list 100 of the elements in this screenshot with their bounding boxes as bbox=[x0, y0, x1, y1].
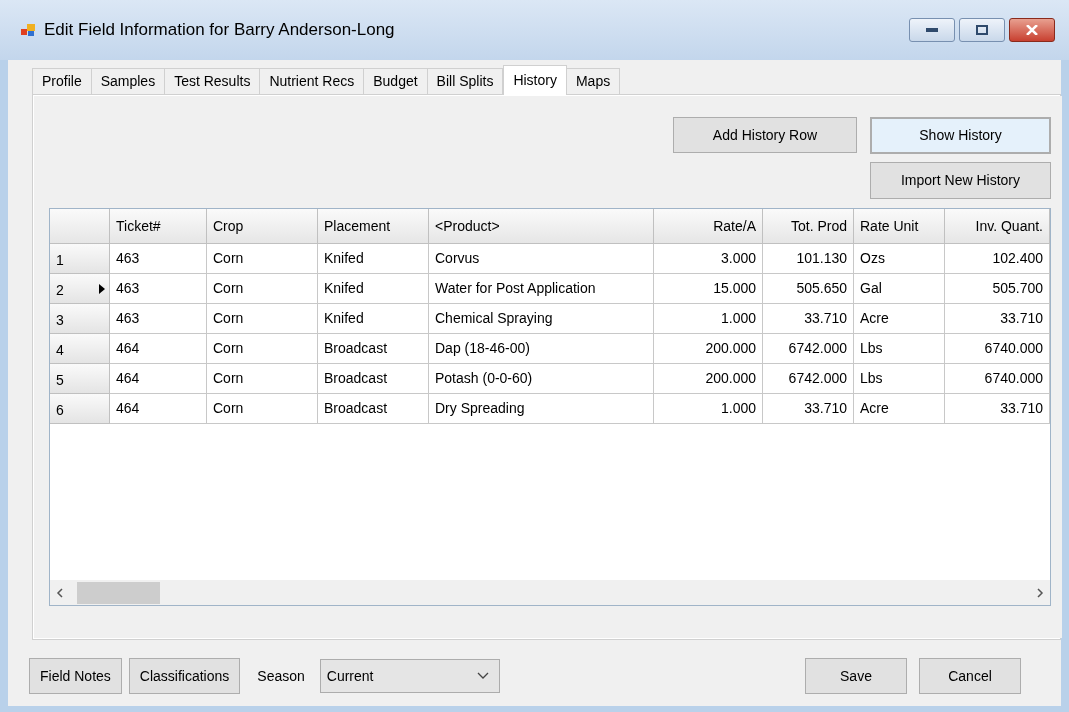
window-title: Edit Field Information for Barry Anderson-Long bbox=[44, 19, 395, 42]
table-cell: Corn bbox=[207, 244, 318, 274]
row-header[interactable]: 5 bbox=[50, 364, 110, 394]
row-header[interactable]: 3 bbox=[50, 304, 110, 334]
close-button[interactable] bbox=[1009, 18, 1055, 42]
footer-button[interactable]: Save bbox=[805, 658, 907, 694]
column-header[interactable]: Crop bbox=[207, 209, 318, 244]
table-cell: Corn bbox=[207, 274, 318, 304]
table-cell: 200.000 bbox=[654, 334, 763, 364]
table-cell: 505.650 bbox=[763, 274, 854, 304]
action-button[interactable]: Show History bbox=[870, 117, 1051, 154]
table-cell: Knifed bbox=[318, 274, 429, 304]
table-cell: 1.000 bbox=[654, 394, 763, 424]
table-row[interactable]: 4 464 Corn Broadcast Dap (18-46-00) 200.000 6742.000 Lbs 6740.000 bbox=[50, 334, 1050, 364]
table-cell: 1.000 bbox=[654, 304, 763, 334]
table-cell: Broadcast bbox=[318, 334, 429, 364]
tab[interactable]: Budget bbox=[364, 68, 428, 94]
table-cell: Gal bbox=[854, 274, 945, 304]
table-cell: Corn bbox=[207, 394, 318, 424]
table-cell: Corn bbox=[207, 304, 318, 334]
scroll-thumb[interactable] bbox=[77, 581, 160, 604]
table-cell: 33.710 bbox=[945, 394, 1050, 424]
season-dropdown[interactable]: Current bbox=[319, 659, 500, 693]
action-button[interactable]: Add History Row bbox=[673, 117, 857, 153]
table-cell: 33.710 bbox=[763, 394, 854, 424]
column-header[interactable]: Inv. Quant. bbox=[945, 209, 1050, 244]
table-cell: 33.710 bbox=[763, 304, 854, 334]
row-header[interactable]: 6 bbox=[50, 394, 110, 424]
column-header[interactable]: Placement bbox=[318, 209, 429, 244]
tab[interactable]: Test Results bbox=[165, 68, 261, 94]
table-cell: Broadcast bbox=[318, 394, 429, 424]
row-number: 6 bbox=[56, 401, 64, 420]
row-number: 2 bbox=[56, 281, 64, 300]
table-cell: 6742.000 bbox=[763, 364, 854, 394]
table-cell: 6742.000 bbox=[763, 334, 854, 364]
column-header[interactable]: Rate Unit bbox=[854, 209, 945, 244]
column-header[interactable]: Rate/A bbox=[654, 209, 763, 244]
row-number: 5 bbox=[56, 371, 64, 390]
minimize-button[interactable] bbox=[909, 18, 955, 42]
corner-header bbox=[50, 209, 110, 244]
table-cell: Knifed bbox=[318, 304, 429, 334]
table-cell: Corn bbox=[207, 334, 318, 364]
table-row[interactable]: 1 463 Corn Knifed Corvus 3.000 101.130 Ozs 102.400 bbox=[50, 244, 1050, 274]
row-header[interactable]: 1 bbox=[50, 244, 110, 274]
maximize-button[interactable] bbox=[959, 18, 1005, 42]
table-cell: Chemical Spraying bbox=[429, 304, 654, 334]
table-cell: 463 bbox=[110, 304, 207, 334]
table-row[interactable]: 3 463 Corn Knifed Chemical Spraying 1.000 33.710 Acre 33.710 bbox=[50, 304, 1050, 334]
table-cell: 200.000 bbox=[654, 364, 763, 394]
scroll-left-icon[interactable] bbox=[56, 587, 64, 598]
row-header[interactable]: 2 bbox=[50, 274, 110, 304]
table-cell: 464 bbox=[110, 394, 207, 424]
horizontal-scrollbar[interactable] bbox=[50, 580, 1050, 605]
table-cell: 6740.000 bbox=[945, 364, 1050, 394]
scroll-right-icon[interactable] bbox=[1036, 587, 1044, 598]
table-cell: Potash (0-0-60) bbox=[429, 364, 654, 394]
table-cell: 464 bbox=[110, 364, 207, 394]
column-header[interactable]: <Product> bbox=[429, 209, 654, 244]
table-cell: Ozs bbox=[854, 244, 945, 274]
tab[interactable]: Profile bbox=[32, 68, 92, 94]
table-cell: Acre bbox=[854, 394, 945, 424]
table-cell: Dry Spreading bbox=[429, 394, 654, 424]
row-number: 3 bbox=[56, 311, 64, 330]
tab[interactable]: Bill Splits bbox=[427, 68, 504, 94]
table-cell: 102.400 bbox=[945, 244, 1050, 274]
table-row[interactable]: 6 464 Corn Broadcast Dry Spreading 1.000 33.710 Acre 33.710 bbox=[50, 394, 1050, 424]
footer-button[interactable]: Cancel bbox=[919, 658, 1021, 694]
table-row[interactable]: 2 463 Corn Knifed Water for Post Application 15.000 505.650 Gal 505.700 bbox=[50, 274, 1050, 304]
table-cell: Water for Post Application bbox=[429, 274, 654, 304]
table-row[interactable]: 5 464 Corn Broadcast Potash (0-0-60) 200.000 6742.000 Lbs 6740.000 bbox=[50, 364, 1050, 394]
table-cell: Corvus bbox=[429, 244, 654, 274]
table-cell: 15.000 bbox=[654, 274, 763, 304]
tab[interactable]: Samples bbox=[91, 68, 166, 94]
table-cell: Corn bbox=[207, 364, 318, 394]
table-cell: 463 bbox=[110, 274, 207, 304]
footer-button[interactable]: Classifications bbox=[128, 658, 241, 694]
close-icon bbox=[1026, 25, 1038, 35]
table-cell: 464 bbox=[110, 334, 207, 364]
footer-button[interactable]: Field Notes bbox=[29, 658, 122, 694]
table-cell: 3.000 bbox=[654, 244, 763, 274]
table-cell: Lbs bbox=[854, 334, 945, 364]
table-cell: Broadcast bbox=[318, 364, 429, 394]
table-cell: 505.700 bbox=[945, 274, 1050, 304]
tab[interactable]: Maps bbox=[566, 68, 621, 94]
column-header[interactable]: Ticket# bbox=[110, 209, 207, 244]
row-header[interactable]: 4 bbox=[50, 334, 110, 364]
table-cell: Knifed bbox=[318, 244, 429, 274]
column-header[interactable]: Tot. Prod bbox=[763, 209, 854, 244]
table-cell: 463 bbox=[110, 244, 207, 274]
tab[interactable]: Nutrient Recs bbox=[260, 68, 365, 94]
app-icon bbox=[20, 22, 36, 38]
tab[interactable]: History bbox=[503, 65, 567, 95]
table-cell: Acre bbox=[854, 304, 945, 334]
action-button[interactable]: Import New History bbox=[870, 162, 1051, 199]
minimize-icon bbox=[926, 28, 938, 32]
table-cell: Lbs bbox=[854, 364, 945, 394]
chevron-down-icon bbox=[476, 672, 489, 680]
season-label: Season bbox=[257, 666, 305, 686]
table-cell: 6740.000 bbox=[945, 334, 1050, 364]
table-cell: Dap (18-46-00) bbox=[429, 334, 654, 364]
